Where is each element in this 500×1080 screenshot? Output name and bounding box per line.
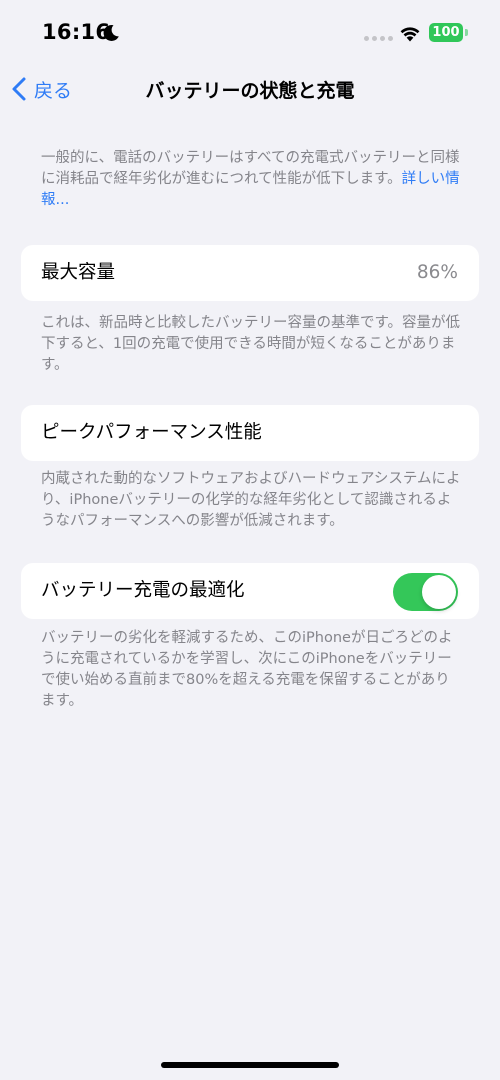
battery-cap [465, 29, 468, 36]
optimized-charging-toggle[interactable] [393, 573, 458, 611]
optimized-charging-footnote: バッテリーの劣化を軽減するため、このiPhoneが日ごろどのように充電されている… [41, 630, 453, 709]
battery-level: 100 [432, 25, 460, 40]
max-capacity-cell: 最大容量 86% [21, 245, 479, 301]
optimized-charging-cell: バッテリー充電の最適化 [21, 563, 479, 619]
page-title: バッテリーの状態と充電 [145, 80, 355, 102]
navigation-bar: 戻る バッテリーの状態と充電 [0, 66, 500, 112]
intro-text-block: 一般的に、電話のバッテリーはすべての充電式バッテリーと同様に消耗品で経年劣化が進… [41, 148, 461, 211]
max-capacity-label: 最大容量 [41, 262, 116, 283]
toggle-knob [422, 575, 456, 609]
wifi-icon [400, 27, 420, 42]
peak-performance-label: ピークパフォーマンス性能 [41, 422, 262, 443]
max-capacity-value: 86% [416, 262, 458, 283]
peak-performance-cell[interactable]: ピークパフォーマンス性能 [21, 405, 479, 461]
battery-icon: 100 [429, 23, 463, 42]
intro-text: 一般的に、電話のバッテリーはすべての充電式バッテリーと同様に消耗品で経年劣化が進… [41, 150, 460, 187]
status-bar: 16:16 100 [0, 0, 500, 64]
moon-icon [103, 24, 119, 41]
optimized-charging-label: バッテリー充電の最適化 [41, 580, 245, 601]
cellular-dots-icon [364, 36, 393, 41]
max-capacity-footnote: これは、新品時と比較したバッテリー容量の基準です。容量が低下すると、1回の充電で… [41, 315, 461, 373]
home-indicator[interactable] [161, 1062, 339, 1068]
peak-performance-footnote: 内蔵された動的なソフトウェアおよびハードウェアシステムにより、iPhoneバッテ… [41, 471, 461, 529]
